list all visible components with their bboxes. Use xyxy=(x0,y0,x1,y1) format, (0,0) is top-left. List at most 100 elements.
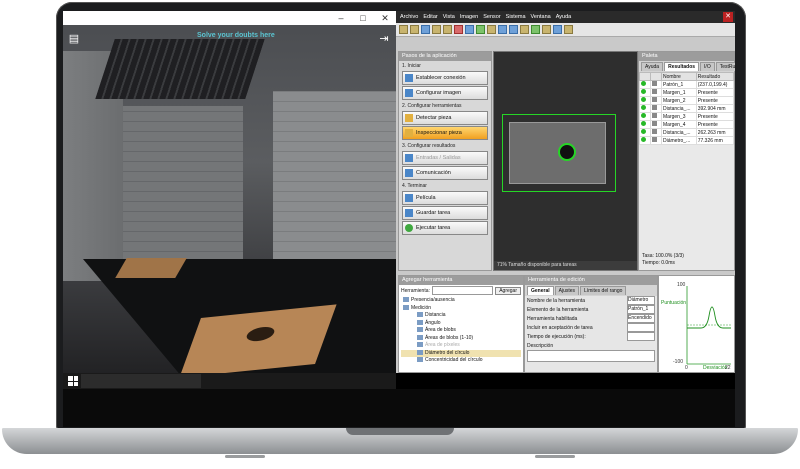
menu-item-6[interactable]: Ventana xyxy=(531,14,551,20)
menu-item-4[interactable]: Sensor xyxy=(483,14,500,20)
tree-item[interactable]: Presencia/ausencia xyxy=(401,297,521,305)
tree-item-label: Áreas de blobs (1-10) xyxy=(425,334,474,341)
field-value[interactable] xyxy=(627,323,655,332)
tab-2[interactable]: I/O xyxy=(700,62,715,71)
step-icon xyxy=(405,224,413,232)
tree-item[interactable]: Medición xyxy=(401,305,521,313)
step-button[interactable]: Película xyxy=(402,191,488,205)
simulation-viewport[interactable]: – □ ✕ ▤ ⇥ Solve your doubts here xyxy=(63,11,396,389)
save-icon[interactable] xyxy=(421,25,430,34)
delete-icon[interactable] xyxy=(454,25,463,34)
step-button[interactable]: Detectar pieza xyxy=(402,111,488,125)
menu-item-5[interactable]: Sistema xyxy=(506,14,526,20)
step-button[interactable]: Configurar imagen xyxy=(402,86,488,100)
tool-type-icon xyxy=(652,121,657,126)
tool-icon xyxy=(417,334,423,340)
menu-item-3[interactable]: Imagen xyxy=(460,14,478,20)
tree-item[interactable]: Concentricidad del círculo xyxy=(401,357,521,365)
tree-item-label: Distancia xyxy=(425,312,446,318)
close-icon[interactable]: ✕ xyxy=(374,11,396,25)
exit-icon[interactable]: ⇥ xyxy=(377,31,391,47)
step-icon xyxy=(405,209,413,217)
tree-item[interactable]: Distancia xyxy=(401,312,521,320)
close-icon[interactable]: ✕ xyxy=(723,12,733,22)
open-icon[interactable] xyxy=(410,25,419,34)
grid-icon[interactable] xyxy=(542,25,551,34)
table-row[interactable]: Margen_1 Presente xyxy=(639,88,735,97)
menu-item-0[interactable]: Archivo xyxy=(400,14,418,20)
step-button-label: Configurar imagen xyxy=(416,90,462,96)
table-row[interactable]: Diámetro_... 77.326 mm xyxy=(639,136,735,145)
add-button[interactable]: Agregar xyxy=(495,286,521,295)
edit-tab-2[interactable]: Límites del rango xyxy=(580,286,627,295)
run-icon[interactable] xyxy=(476,25,485,34)
panel-title: Herramienta de edición xyxy=(525,276,657,285)
field-value[interactable]: Diámetro xyxy=(627,296,655,305)
menu-item-2[interactable]: Vista xyxy=(443,14,455,20)
zoom-in-icon[interactable] xyxy=(498,25,507,34)
toolbar xyxy=(396,23,735,37)
description-field[interactable] xyxy=(527,350,655,362)
tab-1[interactable]: Resultados xyxy=(664,62,700,71)
menu-item-1[interactable]: Editar xyxy=(423,14,437,20)
table-row[interactable]: Margen_3 Presente xyxy=(639,112,735,121)
step-button[interactable]: Establecer conexión xyxy=(402,71,488,85)
edit-tab-0[interactable]: General xyxy=(527,286,554,295)
result-name: Diámetro_... xyxy=(661,136,697,145)
taskbar-search[interactable] xyxy=(81,374,201,388)
table-row[interactable]: Distancia_... 392.904 mm xyxy=(639,104,735,113)
step-button[interactable]: Inspeccionar pieza xyxy=(402,126,488,140)
result-value: (237.0,199.4) xyxy=(695,80,735,89)
tab-3[interactable]: TestRun™ xyxy=(715,62,735,71)
fit-icon[interactable] xyxy=(520,25,529,34)
image-display[interactable]: 71% Tamaño disponible para tareas xyxy=(493,51,638,271)
inspected-part xyxy=(509,122,606,184)
field-value[interactable] xyxy=(627,332,655,341)
column-header[interactable]: Nombre xyxy=(661,72,697,81)
zoom-out-icon[interactable] xyxy=(509,25,518,34)
live-icon[interactable] xyxy=(531,25,540,34)
result-name: Margen_3 xyxy=(661,112,697,121)
help-banner[interactable]: Solve your doubts here xyxy=(197,32,275,39)
table-row[interactable]: Margen_2 Presente xyxy=(639,96,735,105)
table-row[interactable]: Distancia_... 262.263 mm xyxy=(639,128,735,137)
clipboard-icon[interactable]: ▤ xyxy=(67,31,81,47)
circle-tool-overlay[interactable] xyxy=(558,143,576,161)
tool-input[interactable] xyxy=(431,286,494,295)
laptop-notch xyxy=(346,428,454,435)
field-label: Tiempo de ejecución (ms): xyxy=(527,333,586,340)
field-label: Herramienta habilitada xyxy=(527,315,578,322)
minimize-icon[interactable]: – xyxy=(330,11,352,25)
image-status: 71% Tamaño disponible para tareas xyxy=(494,261,637,270)
step-button[interactable]: Guardar tarea xyxy=(402,206,488,220)
step-button-label: Ejecutar tarea xyxy=(416,225,451,231)
tree-item[interactable]: Áreas de blobs (1-10) xyxy=(401,335,521,343)
table-row[interactable]: Patrón_1 (237.0,199.4) xyxy=(639,80,735,89)
field-value[interactable]: Encendido xyxy=(627,314,655,323)
tree-item[interactable]: Diámetro del círculo xyxy=(401,349,521,357)
menu-item-7[interactable]: Ayuda xyxy=(556,14,572,20)
settings-icon[interactable] xyxy=(553,25,562,34)
maximize-icon[interactable]: □ xyxy=(352,11,374,25)
palette-tabs: AyudaResultadosI/OTestRun™ xyxy=(639,61,735,72)
tab-0[interactable]: Ayuda xyxy=(641,62,664,71)
status-ok-icon xyxy=(641,105,646,110)
column-header[interactable]: Resultado xyxy=(695,72,735,81)
tree-item[interactable]: Área de blobs xyxy=(401,327,521,335)
step-header: 3. Configurar resultados xyxy=(402,143,456,149)
cut-icon[interactable] xyxy=(432,25,441,34)
step-button[interactable]: Ejecutar tarea xyxy=(402,221,488,235)
step-button[interactable]: Comunicación xyxy=(402,166,488,180)
new-icon[interactable] xyxy=(399,25,408,34)
field-value[interactable]: Patrón_1 xyxy=(627,305,655,314)
edit-tab-1[interactable]: Ajustes xyxy=(554,286,580,295)
graph-ymax: 100 xyxy=(677,282,686,288)
result-value: Presente xyxy=(695,88,735,97)
tree-item[interactable]: Ángulo xyxy=(401,320,521,328)
help-icon[interactable] xyxy=(564,25,573,34)
table-row[interactable]: Margen_4 Presente xyxy=(639,120,735,129)
windows-logo-icon[interactable] xyxy=(68,376,78,386)
undo-icon[interactable] xyxy=(465,25,474,34)
trigger-icon[interactable] xyxy=(487,25,496,34)
copy-icon[interactable] xyxy=(443,25,452,34)
